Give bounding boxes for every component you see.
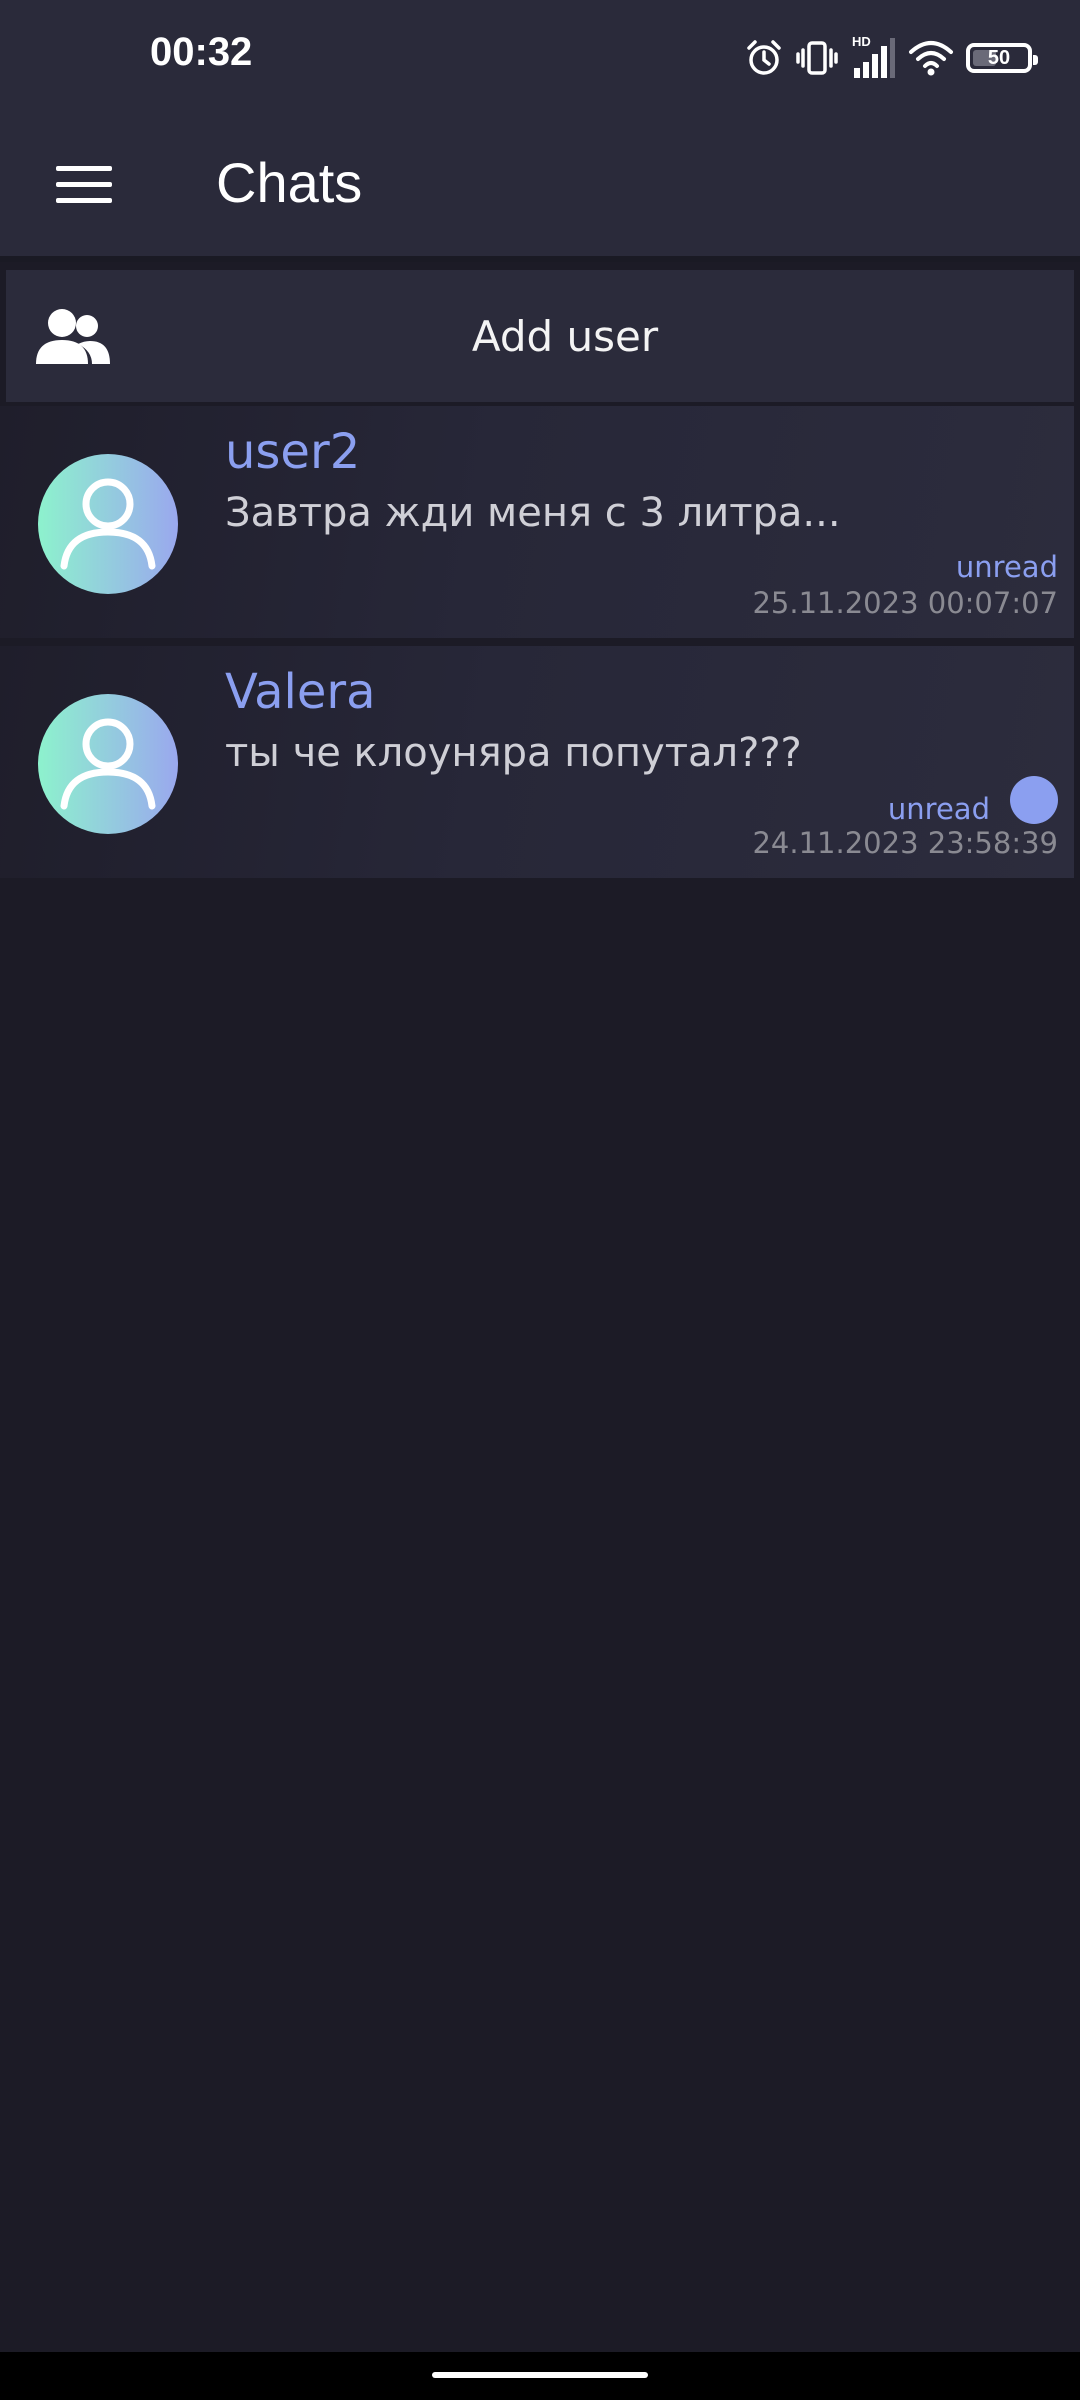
avatar: [38, 454, 178, 594]
chat-status: unread: [955, 550, 1058, 584]
chat-preview: ты че клоуняра попутал???: [225, 730, 802, 776]
signal-hd-icon: HD: [850, 34, 896, 82]
chat-list-item[interactable]: user2 Завтра жди меня с 3 литра... unrea…: [0, 406, 1074, 638]
alarm-icon: [744, 38, 784, 78]
status-time: 00:32: [150, 30, 253, 74]
chat-timestamp: 25.11.2023 00:07:07: [752, 586, 1058, 620]
wifi-icon: [908, 38, 954, 78]
battery-icon: 50: [966, 43, 1038, 73]
page-title: Chats: [216, 151, 363, 214]
chat-preview: Завтра жди меня с 3 литра...: [225, 490, 841, 536]
chat-list-item[interactable]: Valera ты че клоуняра попутал??? unread …: [0, 646, 1074, 878]
chat-status: unread: [887, 792, 990, 826]
hamburger-menu-icon[interactable]: [48, 148, 120, 220]
chat-name: Valera: [225, 664, 376, 720]
avatar: [38, 694, 178, 834]
chat-timestamp: 24.11.2023 23:58:39: [752, 826, 1058, 860]
battery-level-label: 50: [987, 46, 1011, 69]
add-user-button[interactable]: Add user: [6, 270, 1074, 402]
chat-name: user2: [225, 424, 361, 480]
users-icon: [34, 306, 114, 366]
add-user-label: Add user: [471, 311, 659, 361]
svg-text:HD: HD: [852, 34, 871, 49]
user-icon: [60, 718, 156, 810]
user-icon: [60, 478, 156, 570]
home-indicator[interactable]: [432, 2372, 648, 2378]
status-bar: 00:32 HD 50: [0, 0, 1080, 120]
status-icons: HD 50: [744, 30, 1038, 86]
vibrate-icon: [796, 38, 838, 78]
unread-indicator-dot: [1010, 776, 1058, 824]
app-bar: Chats: [0, 120, 1080, 262]
navigation-bar: [0, 2352, 1080, 2400]
